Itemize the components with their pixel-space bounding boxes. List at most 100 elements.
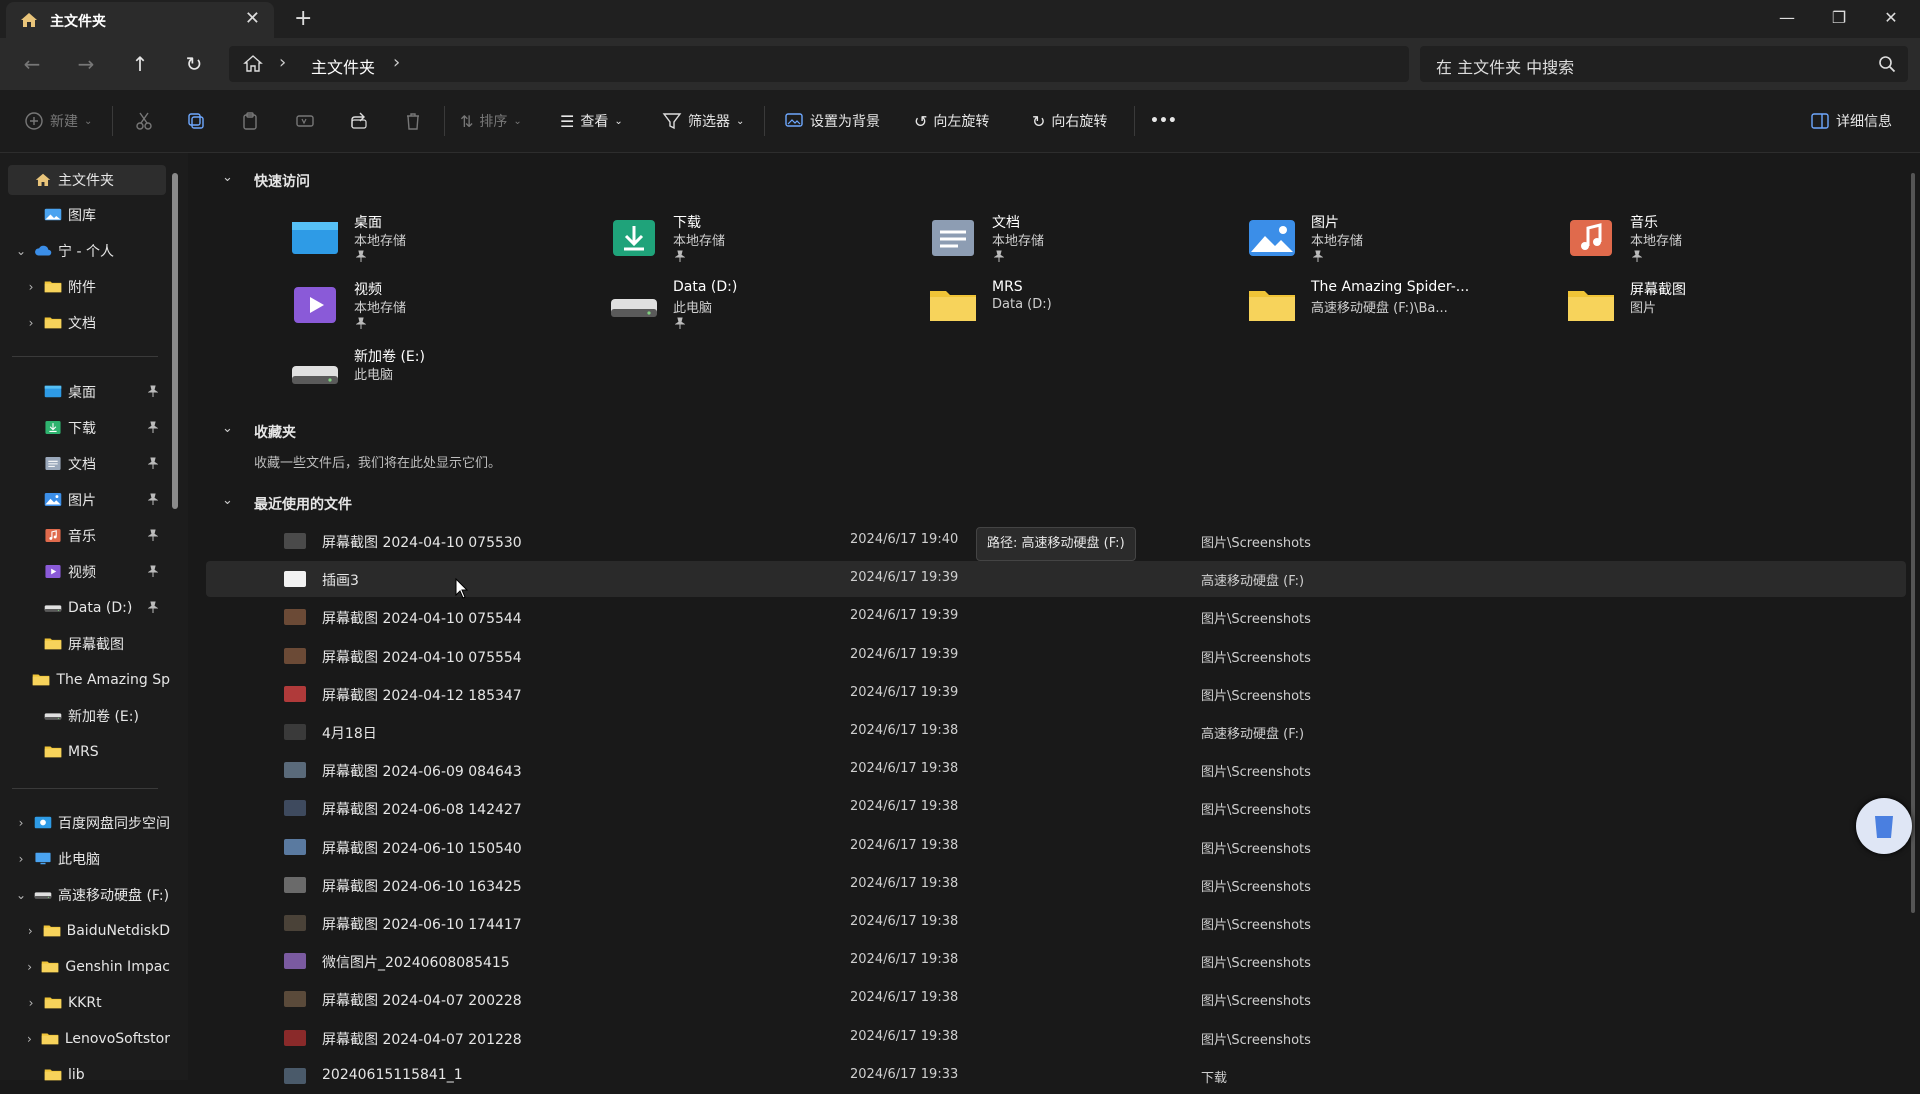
sidebar-item[interactable]: 图片 (0, 485, 170, 515)
breadcrumb-item[interactable]: 主文件夹 (311, 54, 375, 78)
quick-access-item[interactable]: 视频 本地存储 (290, 279, 590, 343)
rotate-right-button[interactable]: ↻ 向右旋转 (1032, 108, 1107, 134)
recent-file-row[interactable]: 屏幕截图 2024-04-10 075554 2024/6/17 19:39 图片\… (206, 638, 1906, 674)
filter-button[interactable]: 筛选器 ⌄ (662, 108, 744, 134)
quick-access-item[interactable]: MRS Data (D:) (928, 279, 1228, 343)
pin-icon[interactable] (148, 529, 158, 541)
search-input[interactable]: 在 主文件夹 中搜索 (1436, 54, 1574, 78)
collapse-chevron-icon[interactable]: ⌄ (222, 493, 233, 508)
quick-access-item[interactable]: 文档 本地存储 (928, 212, 1228, 276)
sidebar-item[interactable]: › Genshin Impac (0, 952, 170, 982)
sidebar-item[interactable]: MRS (0, 737, 170, 767)
sort-button[interactable]: ⇅ 排序 ⌄ (460, 108, 522, 134)
sidebar-item[interactable]: 屏幕截图 (0, 629, 170, 659)
collapse-chevron-icon[interactable]: ⌄ (222, 421, 233, 436)
quick-access-item[interactable]: 桌面 本地存储 (290, 212, 590, 276)
recent-file-row[interactable]: 微信图片_20240608085415 2024/6/17 19:38 图片\Scr… (206, 943, 1906, 979)
chevron-down-icon[interactable]: ⌄ (14, 888, 28, 902)
more-options-button[interactable]: ••• (1150, 108, 1177, 134)
sidebar-item[interactable]: 新加卷 (E:) (0, 701, 170, 731)
pin-icon[interactable] (1632, 250, 1642, 262)
floating-assistant-button[interactable] (1856, 798, 1912, 854)
pin-icon[interactable] (675, 250, 685, 262)
chevron-right-icon[interactable]: › (24, 316, 38, 330)
quick-access-header[interactable]: 快速访问 (254, 171, 310, 191)
home-icon[interactable] (243, 54, 263, 74)
recent-file-row[interactable]: 4月18日 2024/6/17 19:38 高速移动硬盘 (F:) (206, 714, 1906, 750)
tab-home[interactable]: 主文件夹 ✕ (6, 2, 274, 38)
quick-access-item[interactable]: 屏幕截图 图片 (1566, 279, 1866, 343)
pin-icon[interactable] (994, 250, 1004, 262)
recent-file-row[interactable]: 20240615115841_1 2024/6/17 19:33 下载 (206, 1058, 1906, 1094)
sidebar-item[interactable]: 文档 (0, 449, 170, 479)
sidebar-item[interactable]: › BaiduNetdiskD (0, 916, 170, 946)
pin-icon[interactable] (148, 385, 158, 397)
sidebar-item[interactable]: › 文档 (0, 308, 170, 338)
sidebar-item[interactable]: › 百度网盘同步空间 (0, 808, 170, 838)
sidebar-item[interactable]: › LenovoSoftstor (0, 1024, 170, 1054)
new-tab-button[interactable]: + (294, 6, 312, 31)
chevron-right-icon[interactable]: › (24, 996, 38, 1010)
pin-icon[interactable] (1313, 250, 1323, 262)
chevron-down-icon[interactable]: ⌄ (14, 244, 28, 258)
pin-icon[interactable] (148, 421, 158, 433)
address-field[interactable]: › 主文件夹 › (229, 46, 1409, 82)
delete-icon[interactable] (403, 111, 423, 131)
sidebar-item[interactable]: ⌄ 宁 - 个人 (0, 236, 170, 266)
sidebar-item[interactable]: 下载 (0, 413, 170, 443)
search-box[interactable]: 在 主文件夹 中搜索 (1420, 46, 1908, 82)
minimize-button[interactable]: — (1764, 4, 1810, 32)
recent-file-row[interactable]: 屏幕截图 2024-04-07 201228 2024/6/17 19:38 图片\… (206, 1020, 1906, 1056)
sidebar-item[interactable]: › 此电脑 (0, 844, 170, 874)
recent-file-row[interactable]: 屏幕截图 2024-06-10 163425 2024/6/17 19:38 图片\… (206, 867, 1906, 903)
sidebar-item[interactable]: 音乐 (0, 521, 170, 551)
new-button[interactable]: 新建 ⌄ (24, 108, 92, 134)
sidebar-item[interactable]: The Amazing Sp (0, 665, 170, 695)
search-icon[interactable] (1878, 55, 1896, 73)
sidebar-scrollbar[interactable] (172, 173, 178, 509)
up-button[interactable]: ↑ (124, 48, 156, 80)
copy-icon[interactable] (186, 111, 206, 131)
restore-button[interactable]: ❐ (1816, 4, 1862, 32)
collapse-chevron-icon[interactable]: ⌄ (222, 170, 233, 185)
pin-icon[interactable] (356, 250, 366, 262)
paste-icon[interactable] (240, 111, 260, 131)
chevron-right-icon[interactable]: › (24, 280, 38, 294)
sidebar-item[interactable]: › 附件 (0, 272, 170, 302)
quick-access-item[interactable]: 音乐 本地存储 (1566, 212, 1866, 276)
details-pane-button[interactable]: 详细信息 (1810, 108, 1892, 134)
set-background-button[interactable]: 设置为背景 (784, 108, 880, 134)
view-button[interactable]: ☰ 查看 ⌄ (560, 108, 623, 134)
breadcrumb-separator[interactable]: › (393, 52, 400, 73)
sidebar-item[interactable]: 图库 (0, 200, 170, 230)
sidebar-item[interactable]: › KKRt (0, 988, 170, 1018)
recent-files-header[interactable]: 最近使用的文件 (254, 494, 352, 514)
chevron-right-icon[interactable]: › (24, 924, 37, 938)
quick-access-item[interactable]: 新加卷 (E:) 此电脑 (290, 346, 590, 410)
breadcrumb-separator[interactable]: › (279, 52, 286, 73)
refresh-button[interactable]: ↻ (178, 48, 210, 80)
recent-file-row[interactable]: 屏幕截图 2024-06-09 084643 2024/6/17 19:38 图片\… (206, 752, 1906, 788)
sidebar-item[interactable]: Data (D:) (0, 593, 170, 623)
sidebar-item[interactable]: lib (0, 1060, 170, 1090)
favorites-header[interactable]: 收藏夹 (254, 422, 296, 442)
recent-file-row[interactable]: 屏幕截图 2024-04-10 075544 2024/6/17 19:39 图片\… (206, 599, 1906, 635)
quick-access-item[interactable]: 下载 本地存储 (609, 212, 909, 276)
chevron-right-icon[interactable]: › (24, 1032, 35, 1046)
chevron-right-icon[interactable]: › (14, 852, 28, 866)
tab-close-button[interactable]: ✕ (245, 8, 260, 29)
sidebar-item[interactable]: ⌄ 高速移动硬盘 (F:) (0, 880, 170, 910)
pin-icon[interactable] (148, 565, 158, 577)
recent-file-row[interactable]: 屏幕截图 2024-06-10 150540 2024/6/17 19:38 图片\… (206, 829, 1906, 865)
rename-icon[interactable] (295, 111, 315, 131)
content-scrollbar[interactable] (1911, 173, 1915, 913)
quick-access-item[interactable]: The Amazing Spider-... 高速移动硬盘 (F:)\Ba... (1247, 279, 1547, 343)
pin-icon[interactable] (148, 457, 158, 469)
close-window-button[interactable]: ✕ (1868, 4, 1914, 32)
pin-icon[interactable] (675, 317, 685, 329)
forward-button[interactable]: → (70, 48, 102, 80)
recent-file-row[interactable]: 屏幕截图 2024-04-12 185347 2024/6/17 19:39 图片\… (206, 676, 1906, 712)
sidebar-item[interactable]: 主文件夹 (8, 165, 166, 195)
sidebar-item[interactable]: 视频 (0, 557, 170, 587)
back-button[interactable]: ← (16, 48, 48, 80)
